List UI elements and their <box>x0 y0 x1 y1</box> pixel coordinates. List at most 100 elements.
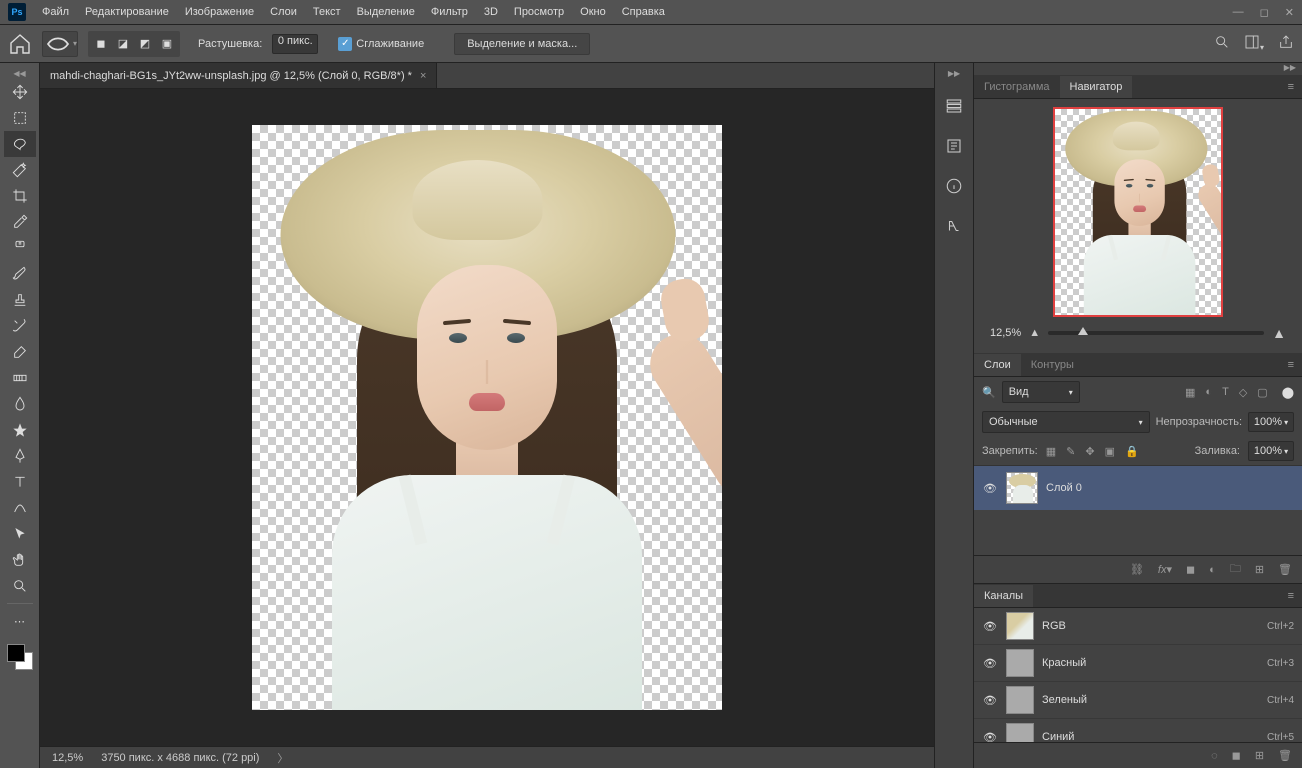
status-zoom[interactable]: 12,5% <box>52 752 83 764</box>
delete-icon[interactable]: 🗑 <box>1278 563 1292 576</box>
minimize-icon[interactable]: — <box>1233 6 1244 19</box>
character-panel-icon[interactable] <box>942 214 966 238</box>
lock-pixels-icon[interactable]: ✎ <box>1066 445 1075 458</box>
navigator-menu-icon[interactable]: ≡ <box>1288 81 1302 93</box>
filter-toggle-icon[interactable]: ⬤ <box>1282 386 1294 399</box>
fx-icon[interactable]: fx▾ <box>1158 563 1172 576</box>
channel-visibility-icon[interactable]: 👁 <box>982 694 998 707</box>
direct-select-tool[interactable] <box>4 521 36 547</box>
channel-item[interactable]: 👁 Красный Ctrl+3 <box>974 645 1302 682</box>
status-chevron-icon[interactable]: 〉 <box>277 750 288 766</box>
new-layer-icon[interactable]: ⊞ <box>1255 563 1264 576</box>
zoom-out-icon[interactable]: ▲ <box>1029 327 1040 339</box>
opacity-input[interactable]: 100%▾ <box>1248 412 1294 432</box>
zoom-slider[interactable] <box>1048 331 1264 335</box>
channel-item[interactable]: 👁 Зеленый Ctrl+4 <box>974 682 1302 719</box>
feather-input[interactable]: 0 пикс. <box>272 34 318 54</box>
channel-visibility-icon[interactable]: 👁 <box>982 657 998 670</box>
zoom-in-icon[interactable]: ▲ <box>1272 325 1286 341</box>
dodge-tool[interactable] <box>4 417 36 443</box>
canvas-viewport[interactable] <box>40 89 934 746</box>
close-icon[interactable]: ✕ <box>1285 6 1294 19</box>
active-tool-icon[interactable]: ▾ <box>42 31 78 57</box>
history-brush-tool[interactable] <box>4 313 36 339</box>
zoom-tool[interactable] <box>4 573 36 599</box>
home-button[interactable] <box>8 32 32 56</box>
layer-thumbnail[interactable] <box>1006 472 1038 504</box>
save-selection-icon[interactable]: ◼ <box>1232 749 1241 762</box>
lock-position-icon[interactable]: ✥ <box>1085 445 1094 458</box>
menu-help[interactable]: Справка <box>614 2 673 22</box>
tab-channels[interactable]: Каналы <box>974 585 1033 607</box>
menu-edit[interactable]: Редактирование <box>77 2 177 22</box>
crop-tool[interactable] <box>4 183 36 209</box>
eyedropper-tool[interactable] <box>4 209 36 235</box>
filter-smart-icon[interactable]: ▢ <box>1257 386 1267 399</box>
menu-layers[interactable]: Слои <box>262 2 305 22</box>
dock-collapse-icon[interactable]: ▶▶ <box>948 69 960 78</box>
tab-paths[interactable]: Контуры <box>1021 354 1084 376</box>
search-icon[interactable] <box>1214 34 1230 53</box>
adjustment-icon[interactable]: ◐ <box>1209 564 1216 576</box>
link-layers-icon[interactable]: ⛓ <box>1130 563 1144 576</box>
info-panel-icon[interactable] <box>942 174 966 198</box>
antialias-checkbox[interactable]: ✓ Сглаживание <box>338 37 424 51</box>
type-tool[interactable] <box>4 469 36 495</box>
path-tool[interactable] <box>4 495 36 521</box>
layer-name[interactable]: Слой 0 <box>1046 482 1082 494</box>
filter-adjust-icon[interactable]: ◐ <box>1205 386 1212 399</box>
color-swatch[interactable] <box>7 644 33 670</box>
healing-tool[interactable] <box>4 235 36 261</box>
add-selection-icon[interactable]: ◪ <box>113 34 133 54</box>
move-tool[interactable] <box>4 79 36 105</box>
lock-artboard-icon[interactable]: ▣ <box>1105 445 1115 458</box>
workspace-icon[interactable]: ▾ <box>1244 34 1264 53</box>
filter-type-icon[interactable]: T <box>1222 386 1229 399</box>
lasso-tool[interactable] <box>4 131 36 157</box>
select-and-mask-button[interactable]: Выделение и маска... <box>454 33 590 55</box>
layer-visibility-icon[interactable]: 👁 <box>982 482 998 495</box>
menu-file[interactable]: Файл <box>34 2 77 22</box>
tab-layers[interactable]: Слои <box>974 354 1021 376</box>
filter-shape-icon[interactable]: ◇ <box>1239 386 1247 399</box>
navigator-preview[interactable] <box>1053 107 1223 317</box>
menu-select[interactable]: Выделение <box>349 2 423 22</box>
channel-visibility-icon[interactable]: 👁 <box>982 731 998 743</box>
new-selection-icon[interactable]: ◼ <box>91 34 111 54</box>
filter-pixel-icon[interactable]: ▦ <box>1185 386 1195 399</box>
tab-navigator[interactable]: Навигатор <box>1060 76 1133 98</box>
properties-panel-icon[interactable] <box>942 134 966 158</box>
document-tab[interactable]: mahdi-chaghari-BG1s_JYt2ww-unsplash.jpg … <box>40 63 437 88</box>
mask-icon[interactable]: ◼ <box>1186 563 1195 576</box>
channel-item[interactable]: 👁 Синий Ctrl+5 <box>974 719 1302 742</box>
channels-menu-icon[interactable]: ≡ <box>1288 590 1302 602</box>
tab-close-icon[interactable]: × <box>420 70 426 82</box>
pen-tool[interactable] <box>4 443 36 469</box>
gradient-tool[interactable] <box>4 365 36 391</box>
intersect-selection-icon[interactable]: ▣ <box>157 34 177 54</box>
group-icon[interactable]: 🗀 <box>1230 560 1241 579</box>
filter-kind-select[interactable]: Вид▾ <box>1002 381 1080 403</box>
load-selection-icon[interactable]: ◌ <box>1211 750 1218 762</box>
delete-channel-icon[interactable]: 🗑 <box>1278 749 1292 762</box>
fill-input[interactable]: 100%▾ <box>1248 441 1294 461</box>
hand-tool[interactable] <box>4 547 36 573</box>
brush-tool[interactable] <box>4 261 36 287</box>
edit-toolbar-icon[interactable]: ⋯ <box>4 608 36 634</box>
blend-mode-select[interactable]: Обычные▾ <box>982 411 1150 433</box>
menu-view[interactable]: Просмотр <box>506 2 572 22</box>
menu-image[interactable]: Изображение <box>177 2 262 22</box>
panels-collapse-icon[interactable]: ▶▶ <box>974 63 1302 75</box>
stamp-tool[interactable] <box>4 287 36 313</box>
lock-transparency-icon[interactable]: ▦ <box>1046 445 1056 458</box>
tab-histogram[interactable]: Гистограмма <box>974 76 1060 98</box>
lock-all-icon[interactable]: 🔒 <box>1125 445 1139 458</box>
collapse-icon[interactable]: ◀◀ <box>13 69 25 79</box>
magic-wand-tool[interactable] <box>4 157 36 183</box>
eraser-tool[interactable] <box>4 339 36 365</box>
new-channel-icon[interactable]: ⊞ <box>1255 749 1264 762</box>
menu-window[interactable]: Окно <box>572 2 614 22</box>
menu-3d[interactable]: 3D <box>476 2 506 22</box>
channel-visibility-icon[interactable]: 👁 <box>982 620 998 633</box>
marquee-tool[interactable] <box>4 105 36 131</box>
